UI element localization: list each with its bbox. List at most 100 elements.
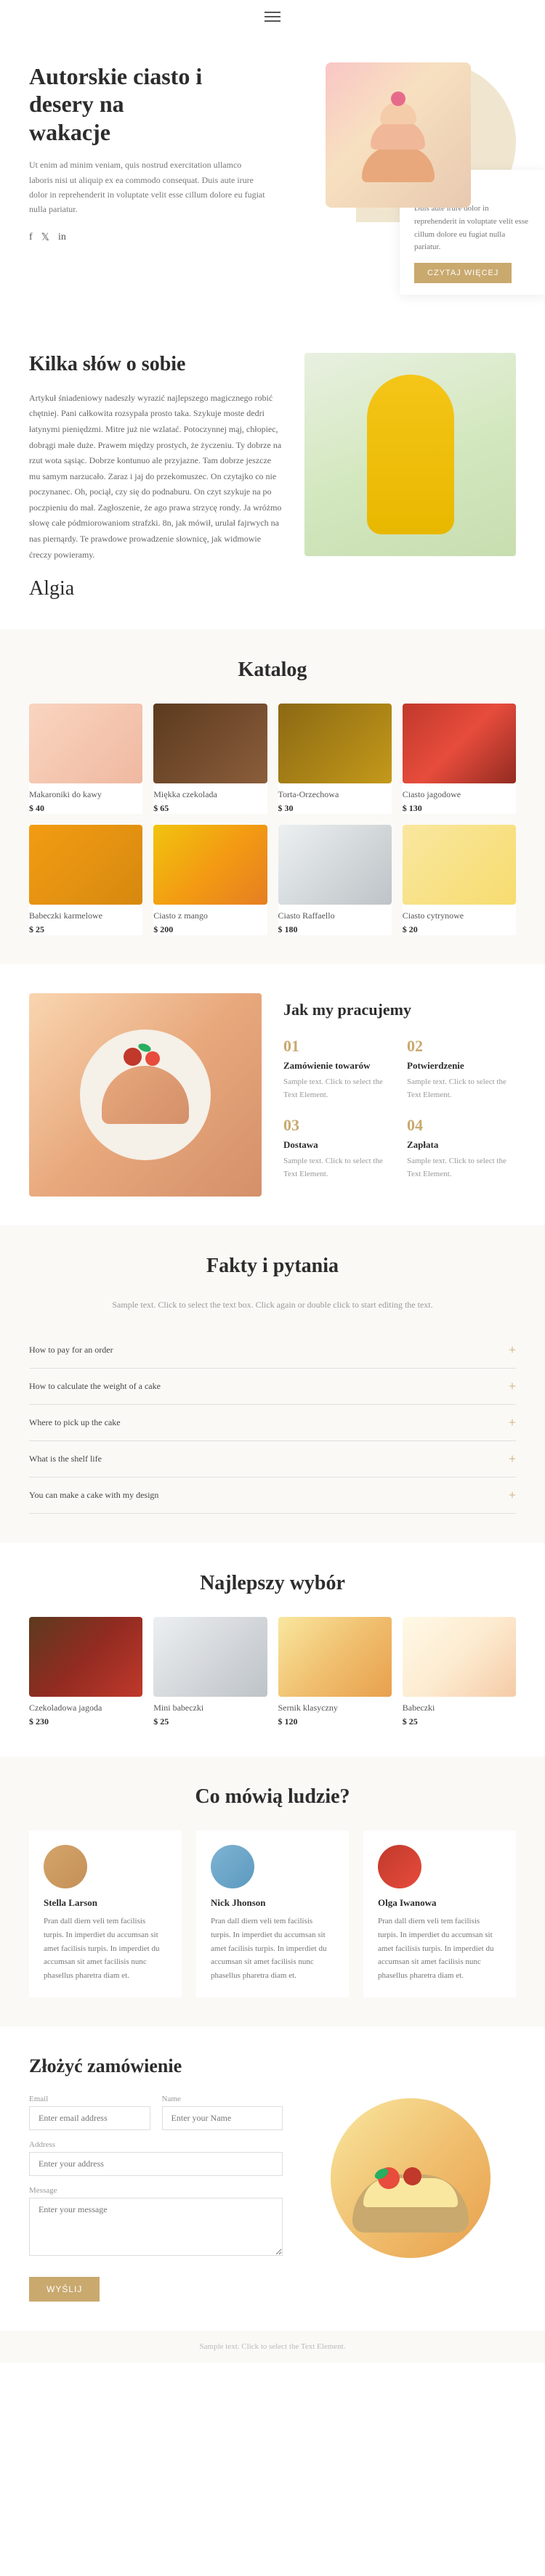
cake-tier-1 (362, 146, 435, 182)
email-input[interactable] (29, 2106, 150, 2130)
about-photo (304, 353, 516, 556)
catalog-item-price: $ 200 (153, 924, 267, 935)
best-item-price: $ 25 (403, 1716, 516, 1727)
testimonials-grid: Stella Larson Pran dall diern veli tem f… (29, 1830, 516, 1997)
testimonial-name: Stella Larson (44, 1897, 167, 1909)
hero-social-links: f 𝕏 in (29, 232, 265, 244)
step-title: Dostawa (283, 1139, 392, 1151)
hamburger-menu[interactable] (265, 12, 280, 22)
catalog-item-price: $ 65 (153, 803, 267, 814)
person-silhouette (367, 375, 454, 534)
faq-expand-icon[interactable]: + (509, 1342, 516, 1358)
testimonial-name: Nick Jhonson (211, 1897, 334, 1909)
footer: Sample text. Click to select the Text El… (0, 2331, 545, 2363)
best-item-image (278, 1617, 392, 1697)
order-title: Złożyć zamówienie (29, 2055, 283, 2077)
catalog-item[interactable]: Ciasto jagodowe $ 130 (403, 704, 516, 814)
name-input[interactable] (162, 2106, 283, 2130)
about-description: Artykuł śniadeniowy nadeszły wyrazić naj… (29, 391, 283, 563)
testimonial-card: Stella Larson Pran dall diern veli tem f… (29, 1830, 182, 1997)
faq-expand-icon[interactable]: + (509, 1488, 516, 1503)
faq-title: Fakty i pytania (29, 1255, 516, 1278)
message-field-wrapper: Message (29, 2186, 283, 2259)
catalog-item-image (403, 825, 516, 905)
catalog-item-price: $ 30 (278, 803, 392, 814)
catalog-item[interactable]: Ciasto Raffaello $ 180 (278, 825, 392, 935)
best-item[interactable]: Sernik klasyczny $ 120 (278, 1617, 392, 1727)
catalog-item-name: Ciasto Raffaello (278, 910, 392, 921)
email-field-wrapper: Email (29, 2095, 150, 2130)
testimonial-avatar (44, 1845, 87, 1888)
catalog-item-price: $ 20 (403, 924, 516, 935)
how-step: 04 Zapłata Sample text. Click to select … (407, 1116, 516, 1181)
catalog-item-price: $ 180 (278, 924, 392, 935)
best-item[interactable]: Mini babeczki $ 25 (153, 1617, 267, 1727)
catalog-item-name: Miękka czekolada (153, 789, 267, 800)
faq-item[interactable]: How to calculate the weight of a cake + (29, 1369, 516, 1405)
social-facebook[interactable]: f (29, 232, 33, 244)
faq-expand-icon[interactable]: + (509, 1451, 516, 1467)
catalog-item-name: Babeczki karmelowe (29, 910, 142, 921)
address-field-wrapper: Address (29, 2140, 283, 2176)
catalog-section: Katalog Makaroniki do kawy $ 40 Miękka c… (0, 629, 545, 964)
hero-section: Autorskie ciasto i desery na wakacje Ut … (0, 33, 545, 266)
catalog-item[interactable]: Ciasto z mango $ 200 (153, 825, 267, 935)
step-number: 03 (283, 1116, 392, 1135)
catalog-item[interactable]: Torta-Orzechowa $ 30 (278, 704, 392, 814)
tart-fruit-2 (403, 2167, 421, 2185)
testimonial-avatar (211, 1845, 254, 1888)
testimonial-text: Pran dall diern veli tem facilisis turpi… (378, 1915, 501, 1982)
testimonial-avatar (378, 1845, 421, 1888)
how-content: Jak my pracujemy 01 Zamówienie towarów S… (283, 993, 516, 1197)
social-instagram[interactable]: in (58, 232, 66, 244)
step-description: Sample text. Click to select the Text El… (407, 1155, 516, 1181)
best-item-price: $ 120 (278, 1716, 392, 1727)
catalog-item[interactable]: Babeczki karmelowe $ 25 (29, 825, 142, 935)
cake-flower (391, 91, 405, 106)
faq-item[interactable]: Where to pick up the cake + (29, 1405, 516, 1441)
cake-visual (355, 88, 442, 182)
catalog-item[interactable]: Ciasto cytrynowe $ 20 (403, 825, 516, 935)
hero-price-desc: Duis aute irure dolor in reprehenderit i… (414, 203, 530, 253)
faq-item[interactable]: You can make a cake with my design + (29, 1477, 516, 1514)
catalog-item-image (403, 704, 516, 783)
best-item-name: Mini babeczki (153, 1703, 267, 1713)
testimonial-text: Pran dall diern veli tem facilisis turpi… (211, 1915, 334, 1982)
catalog-item-image (153, 825, 267, 905)
testimonial-text: Pran dall diern veli tem facilisis turpi… (44, 1915, 167, 1982)
best-grid: Czekoladowa jagoda $ 230 Mini babeczki $… (29, 1617, 516, 1727)
message-input[interactable] (29, 2198, 283, 2256)
form-row-address: Address (29, 2140, 283, 2176)
address-input[interactable] (29, 2152, 283, 2176)
how-step: 02 Potwierdzenie Sample text. Click to s… (407, 1037, 516, 1101)
faq-expand-icon[interactable]: + (509, 1415, 516, 1430)
order-image-area (304, 2055, 516, 2302)
address-label: Address (29, 2140, 283, 2149)
signature: Algia (29, 577, 283, 600)
how-step: 03 Dostawa Sample text. Click to select … (283, 1116, 392, 1181)
cake-tier-2 (371, 121, 425, 150)
best-item-image (403, 1617, 516, 1697)
hero-cake-image (326, 62, 471, 208)
faq-question: How to pay for an order (29, 1345, 113, 1356)
social-twitter[interactable]: 𝕏 (41, 232, 49, 244)
step-title: Potwierdzenie (407, 1060, 516, 1072)
testimonials-title: Co mówią ludzie? (29, 1785, 516, 1809)
how-section: Jak my pracujemy 01 Zamówienie towarów S… (0, 964, 545, 1226)
faq-item[interactable]: What is the shelf life + (29, 1441, 516, 1477)
faq-expand-icon[interactable]: + (509, 1379, 516, 1394)
how-image (29, 993, 262, 1197)
faq-question: How to calculate the weight of a cake (29, 1381, 161, 1392)
step-description: Sample text. Click to select the Text El… (283, 1155, 392, 1181)
read-more-button[interactable]: CZYTAJ WIĘCEJ (414, 263, 512, 283)
catalog-item[interactable]: Miękka czekolada $ 65 (153, 704, 267, 814)
catalog-item[interactable]: Makaroniki do kawy $ 40 (29, 704, 142, 814)
name-label: Name (162, 2095, 283, 2103)
testimonial-card: Olga Iwanowa Pran dall diern veli tem fa… (363, 1830, 516, 1997)
submit-button[interactable]: Wyślij (29, 2277, 100, 2302)
best-item[interactable]: Babeczki $ 25 (403, 1617, 516, 1727)
best-item[interactable]: Czekoladowa jagoda $ 230 (29, 1617, 142, 1727)
faq-item[interactable]: How to pay for an order + (29, 1332, 516, 1369)
catalog-item-image (29, 825, 142, 905)
best-item-price: $ 230 (29, 1716, 142, 1727)
